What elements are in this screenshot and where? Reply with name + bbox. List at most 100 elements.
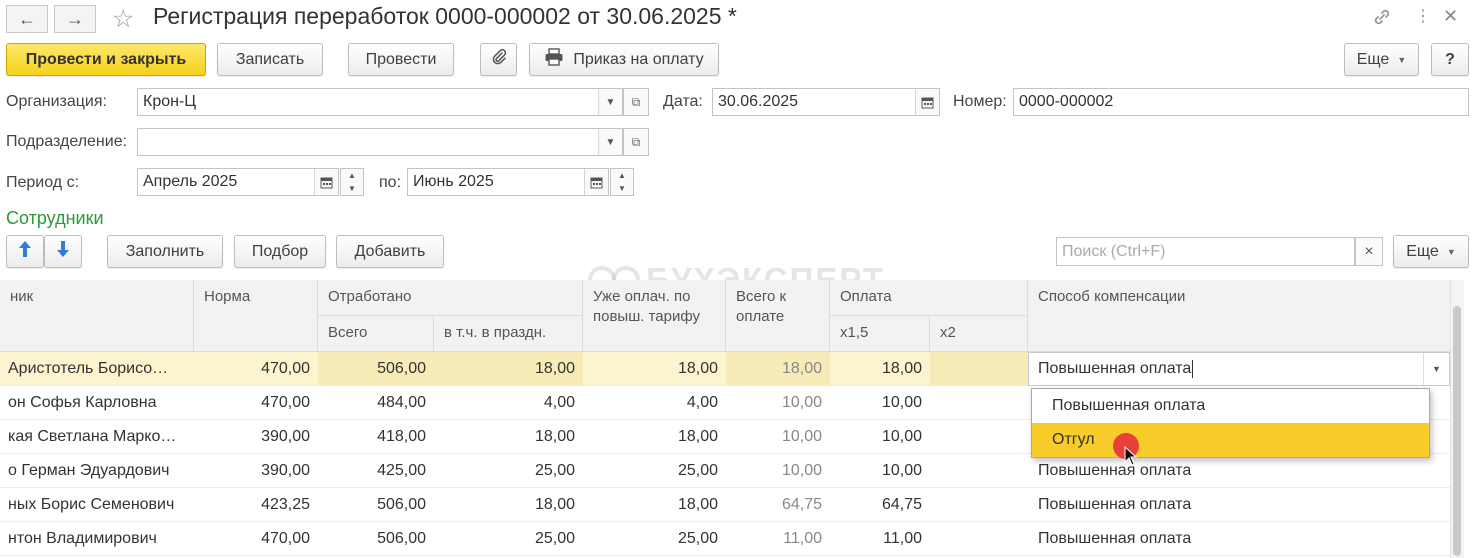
norm-cell[interactable]: 470,00 (194, 352, 318, 386)
help-button[interactable]: ? (1431, 43, 1469, 76)
calendar-icon[interactable] (584, 169, 608, 195)
column-header-total-to-pay[interactable]: Всего к оплате (726, 280, 830, 352)
column-header-worked[interactable]: Отработано (318, 280, 583, 316)
dropdown-option-raised-pay[interactable]: Повышенная оплата (1032, 389, 1429, 423)
worked-cell[interactable]: 506,00 (318, 352, 434, 386)
dropdown-arrow-icon[interactable]: ▼ (598, 129, 622, 155)
period-to-field[interactable]: Июнь 2025 (407, 168, 609, 196)
division-field[interactable]: ▼ (137, 128, 623, 156)
worked-cell[interactable]: 484,00 (318, 386, 434, 420)
paid-cell[interactable]: 18,00 (583, 488, 726, 522)
total-cell[interactable]: 18,00 (726, 352, 830, 386)
total-cell[interactable]: 10,00 (726, 454, 830, 488)
column-header-employee[interactable]: ник (0, 280, 194, 352)
close-icon[interactable]: ✕ (1443, 6, 1458, 27)
holiday-cell[interactable]: 18,00 (434, 420, 583, 454)
more-button[interactable]: Еще ▼ (1344, 43, 1419, 76)
spinner-up-icon[interactable]: ▲ (348, 171, 356, 180)
post-and-close-button[interactable]: Провести и закрыть (6, 43, 206, 76)
norm-cell[interactable]: 423,25 (194, 488, 318, 522)
table-row[interactable]: нтон Владимирович 470,00 506,00 25,00 25… (0, 522, 1450, 556)
date-field[interactable]: 30.06.2025 (712, 88, 940, 116)
norm-cell[interactable]: 470,00 (194, 522, 318, 556)
column-header-worked-total[interactable]: Всего (318, 316, 434, 352)
dropdown-arrow-icon[interactable]: ▼ (598, 89, 622, 115)
method-cell[interactable]: Повышенная оплата (1028, 488, 1450, 522)
method-editor-input[interactable]: Повышенная оплата ▼ (1028, 352, 1450, 386)
x2-cell[interactable] (930, 352, 1028, 386)
column-header-payment[interactable]: Оплата (830, 280, 1028, 316)
x2-cell[interactable] (930, 386, 1028, 420)
employee-cell[interactable]: Аристотель Борисо… (0, 352, 194, 386)
x15-cell[interactable]: 18,00 (830, 352, 930, 386)
total-cell[interactable]: 10,00 (726, 420, 830, 454)
employee-cell[interactable]: нтон Владимирович (0, 522, 194, 556)
period-to-spinner[interactable]: ▲ ▼ (610, 168, 634, 196)
employee-cell[interactable]: он Софья Карловна (0, 386, 194, 420)
holiday-cell[interactable]: 25,00 (434, 522, 583, 556)
post-button[interactable]: Провести (348, 43, 454, 76)
holiday-cell[interactable]: 4,00 (434, 386, 583, 420)
save-button[interactable]: Записать (217, 43, 323, 76)
paid-cell[interactable]: 18,00 (583, 352, 726, 386)
move-down-button[interactable] (44, 235, 82, 268)
employee-cell[interactable]: кая Светлана Марко… (0, 420, 194, 454)
total-cell[interactable]: 64,75 (726, 488, 830, 522)
paid-cell[interactable]: 18,00 (583, 420, 726, 454)
table-row[interactable]: о Герман Эдуардович 390,00 425,00 25,00 … (0, 454, 1450, 488)
period-from-spinner[interactable]: ▲ ▼ (340, 168, 364, 196)
method-cell[interactable]: Повышенная оплата (1028, 522, 1450, 556)
calendar-icon[interactable] (915, 89, 939, 115)
back-button[interactable]: ← (6, 5, 48, 33)
x2-cell[interactable] (930, 488, 1028, 522)
dropdown-option-time-off[interactable]: Отгул (1032, 423, 1429, 457)
x15-cell[interactable]: 11,00 (830, 522, 930, 556)
search-input[interactable]: Поиск (Ctrl+F) (1056, 237, 1355, 266)
add-button[interactable]: Добавить (336, 235, 444, 268)
paid-cell[interactable]: 25,00 (583, 454, 726, 488)
x15-cell[interactable]: 64,75 (830, 488, 930, 522)
open-organization-button[interactable]: ⧉ (623, 88, 649, 116)
spinner-down-icon[interactable]: ▼ (348, 184, 356, 193)
paid-cell[interactable]: 4,00 (583, 386, 726, 420)
paid-cell[interactable]: 25,00 (583, 522, 726, 556)
more-vertical-icon[interactable]: ⋮ (1415, 6, 1431, 26)
column-header-method[interactable]: Способ компенсации (1028, 280, 1450, 352)
number-field[interactable]: 0000-000002 (1013, 88, 1469, 116)
dropdown-arrow-icon[interactable]: ▼ (1423, 353, 1449, 385)
pick-button[interactable]: Подбор (234, 235, 326, 268)
total-cell[interactable]: 10,00 (726, 386, 830, 420)
x15-cell[interactable]: 10,00 (830, 386, 930, 420)
column-header-x2[interactable]: x2 (930, 316, 1028, 352)
attach-button[interactable] (480, 43, 517, 76)
x2-cell[interactable] (930, 522, 1028, 556)
total-cell[interactable]: 11,00 (726, 522, 830, 556)
method-cell[interactable]: Повышенная оплата (1028, 454, 1450, 488)
holiday-cell[interactable]: 18,00 (434, 488, 583, 522)
open-division-button[interactable]: ⧉ (623, 128, 649, 156)
column-header-already-paid[interactable]: Уже оплач. по повыш. тарифу (583, 280, 726, 352)
forward-button[interactable]: → (54, 5, 96, 33)
spinner-down-icon[interactable]: ▼ (618, 184, 626, 193)
organization-field[interactable]: Крон-Ц ▼ (137, 88, 623, 116)
print-order-button[interactable]: Приказ на оплату (529, 43, 719, 76)
worked-cell[interactable]: 506,00 (318, 488, 434, 522)
x15-cell[interactable]: 10,00 (830, 420, 930, 454)
worked-cell[interactable]: 506,00 (318, 522, 434, 556)
x15-cell[interactable]: 10,00 (830, 454, 930, 488)
x2-cell[interactable] (930, 420, 1028, 454)
column-header-norm[interactable]: Норма (194, 280, 318, 352)
x2-cell[interactable] (930, 454, 1028, 488)
employee-cell[interactable]: о Герман Эдуардович (0, 454, 194, 488)
spinner-up-icon[interactable]: ▲ (618, 171, 626, 180)
favorite-star-icon[interactable]: ☆ (112, 4, 134, 34)
calendar-icon[interactable] (314, 169, 338, 195)
worked-cell[interactable]: 425,00 (318, 454, 434, 488)
holiday-cell[interactable]: 25,00 (434, 454, 583, 488)
column-header-worked-holiday[interactable]: в т.ч. в праздн. (434, 316, 583, 352)
norm-cell[interactable]: 390,00 (194, 454, 318, 488)
clear-search-button[interactable]: × (1355, 237, 1383, 266)
period-from-field[interactable]: Апрель 2025 (137, 168, 339, 196)
norm-cell[interactable]: 390,00 (194, 420, 318, 454)
worked-cell[interactable]: 418,00 (318, 420, 434, 454)
